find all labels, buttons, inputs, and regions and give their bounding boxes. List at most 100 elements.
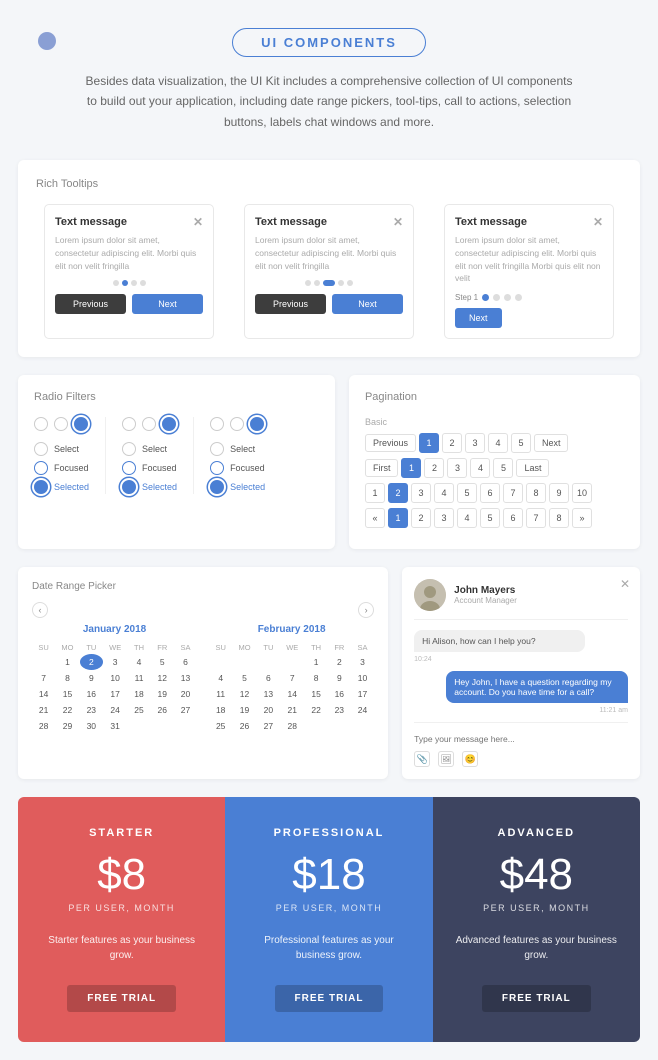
tooltip-3-close[interactable]: ✕: [593, 215, 603, 229]
pricing-starter-btn[interactable]: FREE TRIAL: [67, 985, 176, 1012]
pag-num-1-1[interactable]: 1: [419, 433, 439, 453]
datechat-row: Date Range Picker ‹ › January 2018 SU MO…: [18, 567, 640, 779]
radio-groups-row: Select Focused Selected: [34, 417, 319, 494]
pag-num-3-10[interactable]: 10: [572, 483, 592, 503]
pricing-professional-btn[interactable]: FREE TRIAL: [275, 985, 384, 1012]
tooltip-1-close[interactable]: ✕: [193, 215, 203, 229]
page-header: UI COMPONENTS Besides data visualization…: [0, 0, 658, 142]
pag-num-3-2[interactable]: 2: [388, 483, 408, 503]
dp-next-arrow[interactable]: ›: [358, 602, 374, 618]
radio-filled-1: [74, 417, 88, 431]
chat-close[interactable]: ✕: [620, 577, 630, 591]
pag-num-3-8[interactable]: 8: [526, 483, 546, 503]
pag-num-4-6[interactable]: 6: [503, 508, 523, 528]
pag-num-3-5[interactable]: 5: [457, 483, 477, 503]
dp-header: ‹ ›: [32, 602, 374, 618]
chat-input[interactable]: [414, 734, 628, 744]
tooltip-1-prev[interactable]: Previous: [55, 294, 126, 314]
pricing-starter-period: PER USER, MONTH: [38, 903, 205, 913]
pag-num-1-5[interactable]: 5: [511, 433, 531, 453]
pricing-advanced-btn[interactable]: FREE TRIAL: [482, 985, 591, 1012]
pricing-starter-desc: Starter features as your business grow.: [38, 933, 205, 963]
dot-4: [140, 280, 146, 286]
tooltip-card-1: Text message ✕ Lorem ipsum dolor sit ame…: [44, 204, 214, 339]
attach-icon[interactable]: 📎: [414, 751, 430, 767]
radio-focused-3[interactable]: Focused: [210, 461, 265, 475]
dp-calendars: January 2018 SU MO TU WE TH FR SA: [32, 624, 374, 734]
radio-focused-2[interactable]: Focused: [122, 461, 177, 475]
radio-selected-1[interactable]: Selected: [34, 480, 89, 494]
pag-num-3-1[interactable]: 1: [365, 483, 385, 503]
pag-row-1: Previous 1 2 3 4 5 Next: [365, 433, 624, 453]
dp-day-th: TH: [127, 641, 150, 654]
radio-selected-circle-3: [210, 480, 224, 494]
table-row: 21 22 23 24 25 26 27: [32, 702, 197, 718]
pag-num-4-2[interactable]: 2: [411, 508, 431, 528]
tooltip-card-3: Text message ✕ Lorem ipsum dolor sit ame…: [444, 204, 614, 339]
pag-num-3-9[interactable]: 9: [549, 483, 569, 503]
radio-circles-2: [122, 417, 177, 431]
image-icon[interactable]: 🖼: [438, 751, 454, 767]
radio-selected-circle: [34, 480, 48, 494]
pag-num-2-5[interactable]: 5: [493, 458, 513, 478]
radio-filled-3: [250, 417, 264, 431]
pricing-advanced-price: $48: [453, 853, 620, 897]
pag-next-1[interactable]: Next: [534, 434, 569, 452]
pag-num-4-4[interactable]: 4: [457, 508, 477, 528]
radio-select-2[interactable]: Select: [122, 442, 177, 456]
pag-num-2-3[interactable]: 3: [447, 458, 467, 478]
pag-num-3-4[interactable]: 4: [434, 483, 454, 503]
dp-jan-grid: SU MO TU WE TH FR SA 1 2: [32, 641, 197, 734]
pag-num-1-3[interactable]: 3: [465, 433, 485, 453]
pag-num-3-3[interactable]: 3: [411, 483, 431, 503]
pag-num-1-4[interactable]: 4: [488, 433, 508, 453]
pag-prev-1[interactable]: Previous: [365, 434, 416, 452]
pricing-row: STARTER $8 PER USER, MONTH Starter featu…: [18, 797, 640, 1042]
pag-num-4-5[interactable]: 5: [480, 508, 500, 528]
dot-5b: [347, 280, 353, 286]
pag-next-4[interactable]: »: [572, 508, 592, 528]
pag-num-4-1[interactable]: 1: [388, 508, 408, 528]
dot-1b: [305, 280, 311, 286]
radio-focused-1[interactable]: Focused: [34, 461, 89, 475]
pag-prev-4[interactable]: «: [365, 508, 385, 528]
date-picker-card: Date Range Picker ‹ › January 2018 SU MO…: [18, 567, 388, 779]
pag-num-3-6[interactable]: 6: [480, 483, 500, 503]
pag-last-2[interactable]: Last: [516, 459, 549, 477]
radio-selected-2[interactable]: Selected: [122, 480, 177, 494]
dp-jan-title: January 2018: [32, 624, 197, 635]
pag-num-1-2[interactable]: 2: [442, 433, 462, 453]
radio-select-3[interactable]: Select: [210, 442, 265, 456]
tooltip-2-next[interactable]: Next: [332, 294, 403, 314]
page-subtitle: Besides data visualization, the UI Kit i…: [79, 71, 579, 132]
tooltip-1-next[interactable]: Next: [132, 294, 203, 314]
pag-num-2-4[interactable]: 4: [470, 458, 490, 478]
step-dot-4: [515, 294, 522, 301]
pag-num-4-7[interactable]: 7: [526, 508, 546, 528]
dp-day-fr-f: FR: [328, 641, 351, 654]
radio-select-circle: [34, 442, 48, 456]
dp-feb-title: February 2018: [209, 624, 374, 635]
radio-select-circle-3: [210, 442, 224, 456]
emoji-icon[interactable]: 😊: [462, 751, 478, 767]
pricing-advanced-tier: ADVANCED: [453, 827, 620, 839]
pag-num-2-1[interactable]: 1: [401, 458, 421, 478]
radio-pagination-row: Radio Filters Select Focused: [18, 375, 640, 549]
pag-num-3-7[interactable]: 7: [503, 483, 523, 503]
tooltip-2-prev[interactable]: Previous: [255, 294, 326, 314]
tooltip-1-title: Text message ✕: [55, 215, 203, 229]
pag-first-2[interactable]: First: [365, 459, 399, 477]
chat-header: John Mayers Account Manager: [414, 579, 628, 620]
tooltip-2-title: Text message ✕: [255, 215, 403, 229]
radio-select-1[interactable]: Select: [34, 442, 89, 456]
tooltip-2-close[interactable]: ✕: [393, 215, 403, 229]
dp-prev-arrow[interactable]: ‹: [32, 602, 48, 618]
table-row: 4 5 6 7 8 9 10: [209, 670, 374, 686]
pag-num-2-2[interactable]: 2: [424, 458, 444, 478]
tooltip-3-next[interactable]: Next: [455, 308, 502, 328]
radio-selected-3[interactable]: Selected: [210, 480, 265, 494]
pricing-advanced-period: PER USER, MONTH: [453, 903, 620, 913]
pag-num-4-3[interactable]: 3: [434, 508, 454, 528]
pricing-professional-period: PER USER, MONTH: [245, 903, 412, 913]
pag-num-4-8[interactable]: 8: [549, 508, 569, 528]
